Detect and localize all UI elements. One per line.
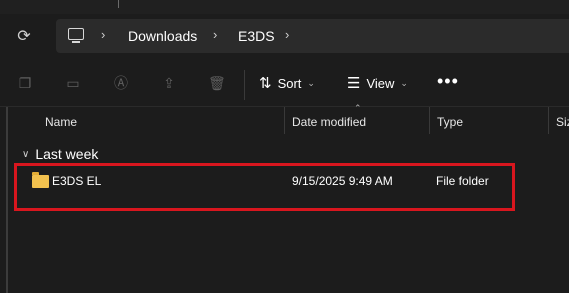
copy-icon[interactable]: ❐ (17, 75, 33, 91)
chevron-down-icon: ⌄ (400, 77, 408, 88)
computer-icon[interactable] (68, 28, 84, 43)
chevron-right-icon[interactable]: › (285, 27, 289, 43)
chevron-down-icon: ∨ (22, 148, 30, 160)
tab-edge (90, 0, 130, 10)
share-icon[interactable]: ⇪ (161, 75, 177, 91)
address-bar[interactable]: › Downloads › E3DS › (56, 19, 569, 53)
sort-icon: ⇅ (259, 75, 272, 92)
column-divider[interactable] (548, 107, 549, 134)
file-name: E3DS EL (52, 174, 102, 188)
group-label: Last week (35, 146, 99, 162)
delete-icon[interactable]: 🗑 (208, 75, 226, 91)
rename-icon[interactable]: Ⓐ (113, 75, 129, 91)
sort-caret-icon: ⌃ (354, 103, 362, 113)
command-bar: ❐ ▭ Ⓐ ⇪ 🗑 ⇅ Sort ⌄ ☰ View ⌄ ••• (0, 58, 569, 107)
column-type[interactable]: Type (437, 115, 463, 129)
column-name[interactable]: Name (45, 115, 77, 129)
sort-label: Sort (277, 75, 302, 91)
chevron-right-icon[interactable]: › (101, 27, 105, 43)
file-type: File folder (436, 174, 489, 188)
column-divider[interactable] (429, 107, 430, 134)
view-label: View (366, 75, 395, 91)
table-row[interactable]: E3DS EL 9/15/2025 9:49 AM File folder (18, 169, 515, 207)
sort-button[interactable]: ⇅ Sort ⌄ (259, 72, 315, 94)
view-icon: ☰ (347, 75, 361, 92)
address-row: ⟳ › Downloads › E3DS › (0, 14, 569, 58)
column-divider[interactable] (284, 107, 285, 134)
file-date-modified: 9/15/2025 9:49 AM (292, 174, 393, 188)
more-options-button[interactable]: ••• (437, 72, 459, 90)
chevron-down-icon: ⌄ (307, 77, 315, 88)
file-list: ⌃ Name Date modified Type Size ∨ Last we… (0, 103, 569, 293)
paste-icon[interactable]: ▭ (65, 75, 81, 91)
column-header: ⌃ Name Date modified Type Size (0, 103, 569, 135)
breadcrumb-e3ds[interactable]: E3DS (238, 28, 275, 44)
chevron-right-icon[interactable]: › (213, 27, 217, 43)
toolbar-divider (244, 70, 245, 100)
tab-strip (0, 0, 569, 14)
column-size[interactable]: Size (556, 115, 569, 129)
breadcrumb-downloads[interactable]: Downloads (128, 28, 197, 44)
group-header[interactable]: ∨ Last week (22, 146, 98, 162)
view-button[interactable]: ☰ View ⌄ (347, 72, 408, 94)
column-date-modified[interactable]: Date modified (292, 115, 366, 129)
refresh-icon[interactable]: ⟳ (14, 27, 34, 47)
folder-icon (32, 172, 49, 188)
